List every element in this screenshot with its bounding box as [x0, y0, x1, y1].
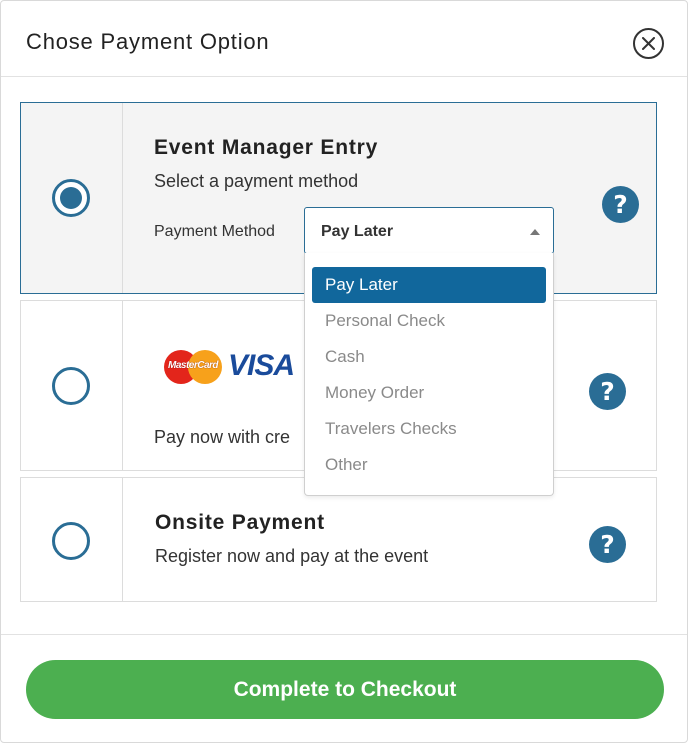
- help-icon[interactable]: ?: [602, 186, 639, 223]
- visa-logo: VISA: [228, 349, 295, 382]
- radio-onsite[interactable]: [52, 522, 90, 560]
- close-icon: [642, 37, 655, 50]
- caret-up-icon: [530, 229, 540, 235]
- option-title: Onsite Payment: [155, 511, 325, 534]
- footer-divider: [1, 634, 687, 635]
- payment-method-label: Payment Method: [154, 223, 275, 240]
- dropdown-option[interactable]: Travelers Checks: [312, 411, 546, 447]
- option-subtitle: Pay now with cre: [154, 427, 291, 447]
- card-divider: [122, 478, 123, 601]
- payment-method-dropdown: Pay Later Personal Check Cash Money Orde…: [304, 253, 554, 496]
- dropdown-option[interactable]: Personal Check: [312, 303, 546, 339]
- complete-checkout-button[interactable]: Complete to Checkout: [26, 660, 664, 719]
- help-icon[interactable]: ?: [589, 373, 626, 410]
- radio-dot: [60, 187, 82, 209]
- option-subtitle: Select a payment method: [154, 171, 359, 191]
- dropdown-option[interactable]: Other: [312, 447, 546, 483]
- option-title: Event Manager Entry: [154, 136, 379, 159]
- payment-modal: Chose Payment Option Event Manager Entry…: [0, 0, 688, 743]
- radio-event-manager[interactable]: [52, 179, 90, 217]
- card-logos: MasterCard VISA: [164, 347, 304, 387]
- help-icon[interactable]: ?: [589, 526, 626, 563]
- radio-credit-card[interactable]: [52, 367, 90, 405]
- option-subtitle: Register now and pay at the event: [155, 546, 429, 566]
- card-divider: [122, 103, 123, 293]
- select-value: Pay Later: [321, 223, 394, 240]
- card-divider: [122, 301, 123, 470]
- dropdown-option[interactable]: Money Order: [312, 375, 546, 411]
- dropdown-option[interactable]: Pay Later: [312, 267, 546, 303]
- mastercard-logo: MasterCard: [164, 350, 222, 384]
- close-button[interactable]: [633, 28, 664, 59]
- payment-method-select[interactable]: Pay Later: [304, 207, 554, 254]
- modal-title: Chose Payment Option: [26, 29, 270, 54]
- modal-header: Chose Payment Option: [1, 1, 687, 77]
- dropdown-option[interactable]: Cash: [312, 339, 546, 375]
